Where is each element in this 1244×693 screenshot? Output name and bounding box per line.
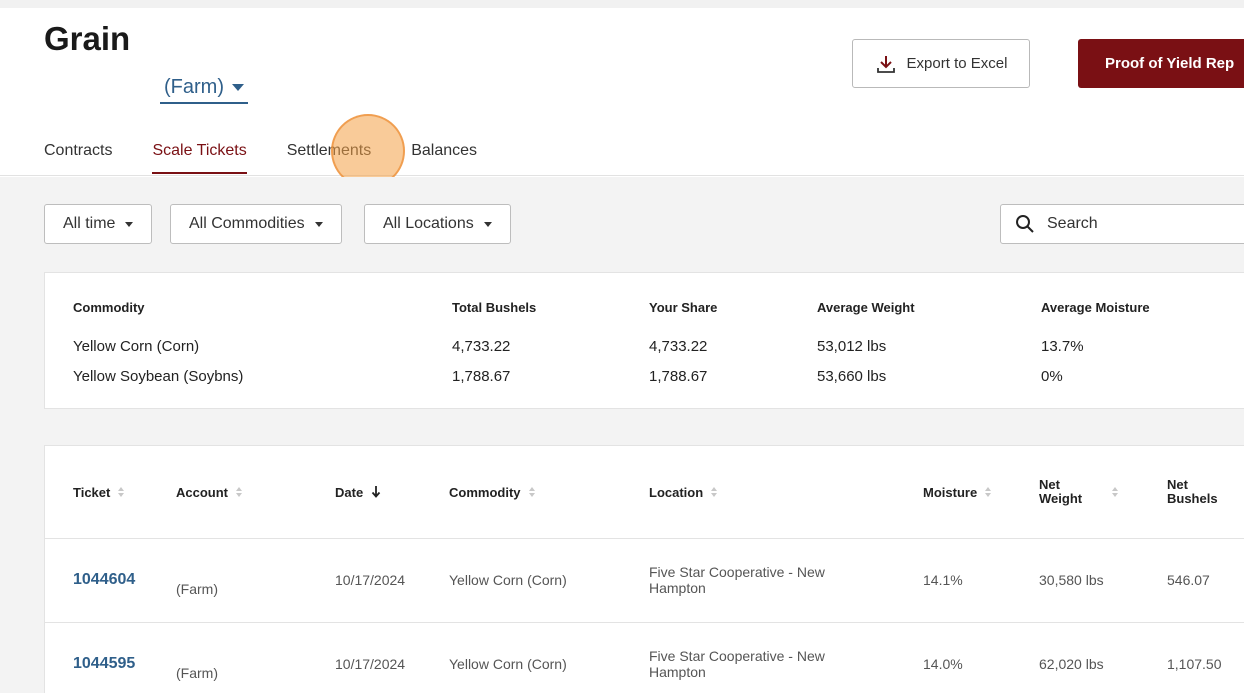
proof-label: Proof of Yield Rep: [1105, 55, 1235, 72]
download-icon: [876, 55, 895, 73]
scale-tickets-table: Ticket Account Date Commodity Location M…: [44, 445, 1244, 693]
proof-of-yield-report-button[interactable]: Proof of Yield Rep: [1078, 39, 1244, 88]
ticket-link[interactable]: 1044595: [73, 655, 135, 673]
summary-average-weight: 53,012 lbs: [817, 338, 887, 355]
page-header: Grain (Farm) Export to Excel Proof of Yi…: [0, 8, 1244, 176]
summary-header-average-moisture: Average Moisture: [1041, 300, 1150, 315]
commodity-summary-card: Commodity Total Bushels Your Share Avera…: [44, 272, 1244, 409]
column-header-label-line: Net: [1167, 477, 1188, 492]
column-header-commodity[interactable]: Commodity: [449, 446, 535, 538]
arrow-down-icon: [372, 486, 381, 498]
locations-filter-label: All Locations: [383, 215, 474, 232]
moisture-cell: 14.0%: [923, 656, 963, 672]
commodities-filter-label: All Commodities: [189, 215, 305, 232]
column-header-ticket[interactable]: Ticket: [73, 446, 125, 538]
column-header-label-line: Net: [1039, 477, 1060, 492]
search-icon: [1016, 215, 1034, 233]
column-header-label-line: Bushels: [1167, 491, 1218, 506]
account-cell: (Farm): [176, 665, 218, 681]
time-filter-dropdown[interactable]: All time: [44, 204, 153, 244]
summary-commodity: Yellow Soybean (Soybns): [73, 368, 244, 385]
summary-total-bushels: 4,733.22: [452, 338, 511, 355]
export-to-excel-button[interactable]: Export to Excel: [852, 39, 1030, 88]
tab-settlements[interactable]: Settlements: [287, 142, 371, 174]
page-title: Grain: [44, 20, 131, 57]
column-header-label-line: Weight: [1039, 491, 1083, 506]
sort-icon: [236, 487, 242, 497]
summary-your-share: 1,788.67: [649, 368, 708, 385]
time-filter-label: All time: [63, 215, 116, 232]
commodity-cell: Yellow Corn (Corn): [449, 656, 567, 672]
column-header-label: Ticket: [73, 484, 111, 500]
sort-icon: [711, 487, 718, 497]
summary-your-share: 4,733.22: [649, 338, 708, 355]
column-header-label: Location: [649, 484, 704, 500]
location-cell: Five Star Cooperative - New Hampton: [649, 564, 825, 596]
summary-average-moisture: 13.7%: [1041, 338, 1084, 355]
farm-selector[interactable]: (Farm): [160, 72, 248, 104]
location-cell: Five Star Cooperative - New Hampton: [649, 648, 825, 680]
sort-icon: [985, 487, 992, 497]
moisture-cell: 14.1%: [923, 572, 963, 588]
farm-selector-label: (Farm): [164, 75, 224, 98]
net-bushels-cell: 546.07: [1167, 572, 1210, 588]
column-header-net-weight[interactable]: Net Weight: [1039, 446, 1119, 538]
summary-header-average-weight: Average Weight: [817, 300, 915, 315]
account-cell: (Farm): [176, 581, 218, 597]
net-weight-cell: 30,580 lbs: [1039, 572, 1104, 588]
column-header-label: Date: [335, 484, 364, 500]
column-header-label: Account: [176, 484, 228, 500]
commodity-cell: Yellow Corn (Corn): [449, 572, 567, 588]
sort-icon: [528, 487, 535, 497]
net-bushels-cell: 1,107.50: [1167, 656, 1222, 672]
main-content: All time All Commodities All Locations S…: [0, 177, 1244, 693]
column-header-date[interactable]: Date: [335, 446, 381, 538]
column-header-net-bushels[interactable]: Net Bushels: [1167, 446, 1218, 538]
net-weight-cell: 62,020 lbs: [1039, 656, 1104, 672]
sort-icon: [1112, 487, 1119, 497]
tab-bar: Contracts Scale Tickets Settlements Bala…: [44, 142, 517, 174]
date-cell: 10/17/2024: [335, 572, 406, 588]
tab-contracts[interactable]: Contracts: [44, 142, 112, 174]
search-placeholder: Search: [1047, 215, 1098, 232]
summary-header-commodity: Commodity: [73, 300, 145, 315]
tab-scale-tickets[interactable]: Scale Tickets: [152, 142, 247, 174]
summary-header-total-bushels: Total Bushels: [452, 300, 537, 315]
column-header-label: Net Bushels: [1167, 478, 1218, 506]
caret-down-icon: [314, 221, 323, 227]
commodities-filter-dropdown[interactable]: All Commodities: [170, 204, 342, 244]
caret-down-icon: [231, 83, 244, 91]
column-header-label: Commodity: [449, 484, 521, 500]
table-row[interactable]: 1044604 (Farm) 10/17/2024 Yellow Corn (C…: [45, 538, 1244, 622]
export-label: Export to Excel: [906, 55, 1008, 72]
summary-total-bushels: 1,788.67: [452, 368, 511, 385]
column-header-location[interactable]: Location: [649, 446, 718, 538]
search-input[interactable]: Search: [1000, 204, 1244, 244]
summary-commodity: Yellow Corn (Corn): [73, 338, 200, 355]
column-header-moisture[interactable]: Moisture: [923, 446, 992, 538]
date-cell: 10/17/2024: [335, 656, 406, 672]
column-header-label: Moisture: [923, 484, 978, 500]
top-strip: [0, 0, 1244, 8]
column-header-account[interactable]: Account: [176, 446, 242, 538]
summary-average-moisture: 0%: [1041, 368, 1063, 385]
summary-header-your-share: Your Share: [649, 300, 718, 315]
ticket-link[interactable]: 1044604: [73, 571, 135, 589]
table-row[interactable]: 1044595 (Farm) 10/17/2024 Yellow Corn (C…: [45, 622, 1244, 693]
caret-down-icon: [483, 221, 492, 227]
locations-filter-dropdown[interactable]: All Locations: [364, 204, 511, 244]
column-header-label: Net Weight: [1039, 478, 1082, 506]
tab-balances[interactable]: Balances: [411, 142, 477, 174]
sort-icon: [118, 487, 125, 497]
caret-down-icon: [125, 221, 134, 227]
summary-average-weight: 53,660 lbs: [817, 368, 887, 385]
